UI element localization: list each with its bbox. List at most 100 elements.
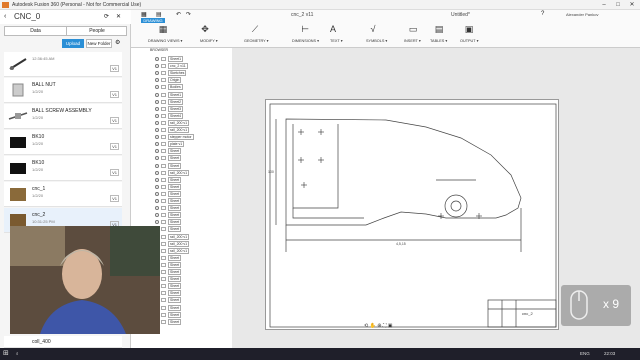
drawing-sheet[interactable]: 4,5,15 100 cnc_2 (265, 99, 559, 330)
tab-people[interactable]: People (66, 27, 127, 36)
pan-icon[interactable]: ✋ (370, 323, 376, 329)
browser-row[interactable]: rail_200 v1 (155, 240, 190, 248)
help-icon[interactable]: ? (541, 11, 544, 17)
browser-row[interactable]: Sheet4 (155, 112, 184, 120)
output-group[interactable]: ▣ OUTPUT ▾ (460, 24, 482, 46)
undo-icon[interactable]: ↶ (176, 11, 181, 18)
browser-row[interactable]: Sheet (155, 190, 182, 198)
item-version[interactable]: V1 (110, 195, 119, 202)
insert-group[interactable]: ▭ INSERT ▾ (404, 24, 426, 46)
browser-row[interactable]: Sheet1 (155, 56, 184, 63)
item-version[interactable]: V1 (110, 143, 119, 150)
item-version[interactable]: V1 (110, 169, 119, 176)
visibility-icon[interactable] (155, 57, 159, 61)
browser-row[interactable]: cnc_2 v11 (155, 63, 188, 70)
browser-row[interactable]: stepper motor (155, 134, 194, 141)
symbols-group[interactable]: √ SYMBOLS ▾ (364, 24, 394, 46)
close-button[interactable]: ✕ (625, 1, 639, 9)
grid-icon[interactable]: ▦ (141, 11, 147, 18)
visibility-icon[interactable] (155, 220, 159, 225)
drawing-views-group[interactable]: ▦ DRAWING VIEWS ▾ (148, 24, 182, 46)
redo-icon[interactable]: ↷ (186, 11, 191, 18)
overall-dimension-label[interactable]: 4,5,15 (396, 242, 406, 246)
tab-data[interactable]: Data (5, 27, 66, 36)
tab-untitled[interactable]: Untitled* (451, 11, 470, 19)
visibility-icon[interactable] (155, 113, 159, 118)
visibility-icon[interactable] (155, 213, 159, 218)
tab-document[interactable]: cnc_2 v11 (291, 11, 313, 19)
search-icon[interactable]: ⌕ (16, 351, 19, 356)
orbit-icon[interactable]: ⟲ (364, 323, 368, 329)
visibility-icon[interactable] (155, 170, 159, 175)
refresh-icon[interactable]: ⟳ (104, 13, 109, 20)
visibility-icon[interactable] (155, 191, 159, 196)
visibility-icon[interactable] (155, 92, 159, 97)
language-indicator[interactable]: ENG (580, 351, 590, 356)
new-folder-button[interactable]: New Folder (86, 39, 112, 48)
browser-row[interactable]: plate v1 (155, 141, 185, 148)
visibility-icon[interactable] (155, 206, 159, 211)
visibility-icon[interactable] (155, 71, 159, 76)
item-version[interactable]: V1 (110, 117, 119, 124)
maximize-button[interactable]: □ (611, 1, 625, 9)
item-version[interactable]: V1 (110, 91, 119, 98)
visibility-icon[interactable] (155, 78, 159, 83)
browser-row[interactable]: Sheet1 (155, 91, 184, 99)
visibility-icon[interactable] (155, 128, 159, 132)
list-item[interactable]: coll_400 (4, 336, 122, 348)
browser-row[interactable]: Sketches (155, 70, 187, 77)
browser-row[interactable]: rail_200 v1 (155, 119, 190, 127)
list-item[interactable]: BALL SCREW ASSEMBLY 1/2/20 V1 (4, 104, 122, 129)
visibility-icon[interactable] (155, 163, 159, 168)
list-item[interactable]: BALL NUT 1/2/20 V1 (4, 78, 122, 103)
item-version[interactable]: V1 (110, 65, 119, 72)
geometry-group[interactable]: ⟋ GEOMETRY ▾ (242, 24, 278, 46)
browser-row[interactable]: rail_200 v1 (155, 247, 190, 255)
list-item[interactable]: cnc_1 1/2/20 V1 (4, 182, 122, 207)
browser-row[interactable]: Sheet2 (155, 98, 184, 106)
height-dimension-label[interactable]: 100 (268, 170, 274, 174)
clock[interactable]: 22:03 (604, 351, 615, 356)
browser-row[interactable]: Sheet (155, 198, 182, 205)
browser-row[interactable]: Sheet3 (155, 105, 184, 113)
modify-group[interactable]: ✥ MODIFY ▾ (196, 24, 226, 46)
browser-row[interactable]: rail_200 v1 (155, 233, 190, 241)
dimensions-group[interactable]: ⊢ DIMENSIONS ▾ (290, 24, 330, 46)
visibility-icon[interactable] (155, 199, 159, 203)
browser-row[interactable]: Sheet (155, 212, 182, 219)
list-item[interactable]: 12:36:45 AM V1 (4, 52, 122, 77)
list-item[interactable]: BK10 1/2/20 V1 (4, 156, 122, 181)
user-name[interactable]: Alexander Pankov (566, 11, 598, 19)
upload-button[interactable]: Upload (62, 39, 84, 48)
visibility-icon[interactable] (155, 85, 159, 90)
visibility-icon[interactable] (155, 142, 159, 147)
browser-row[interactable]: Bodies (155, 84, 183, 91)
browser-row[interactable]: Sheet (155, 148, 182, 155)
visibility-icon[interactable] (155, 184, 159, 189)
browser-row[interactable]: Sheet (155, 162, 182, 170)
browser-row[interactable]: Origin (155, 77, 182, 84)
back-icon[interactable]: ‹ (4, 13, 6, 20)
start-icon[interactable]: ⊞ (3, 349, 9, 357)
browser-row[interactable]: Sheet (155, 176, 182, 184)
visibility-icon[interactable] (155, 99, 159, 104)
visibility-icon[interactable] (155, 64, 159, 69)
display-icon[interactable]: ▣ (388, 323, 393, 329)
close-panel-icon[interactable]: ✕ (116, 13, 121, 20)
visibility-icon[interactable] (155, 106, 159, 111)
visibility-icon[interactable] (155, 120, 159, 125)
file-icon[interactable]: ▤ (156, 11, 162, 18)
visibility-icon[interactable] (155, 135, 159, 140)
visibility-icon[interactable] (155, 177, 159, 182)
tables-group[interactable]: ▤ TABLES ▾ (430, 24, 452, 46)
browser-row[interactable]: rail_200 v1 (155, 169, 190, 177)
workspace-drawing-tab[interactable]: DRAWING (141, 18, 165, 23)
browser-row[interactable]: Sheet (155, 155, 182, 162)
minimize-button[interactable]: – (597, 1, 611, 9)
browser-row[interactable]: Sheet (155, 183, 182, 191)
visibility-icon[interactable] (155, 149, 159, 154)
visibility-icon[interactable] (155, 156, 159, 161)
fit-icon[interactable]: ⛶ (383, 323, 387, 329)
list-item[interactable]: BK10 1/2/20 V1 (4, 130, 122, 155)
browser-row[interactable]: rail_200 v1 (155, 127, 190, 134)
